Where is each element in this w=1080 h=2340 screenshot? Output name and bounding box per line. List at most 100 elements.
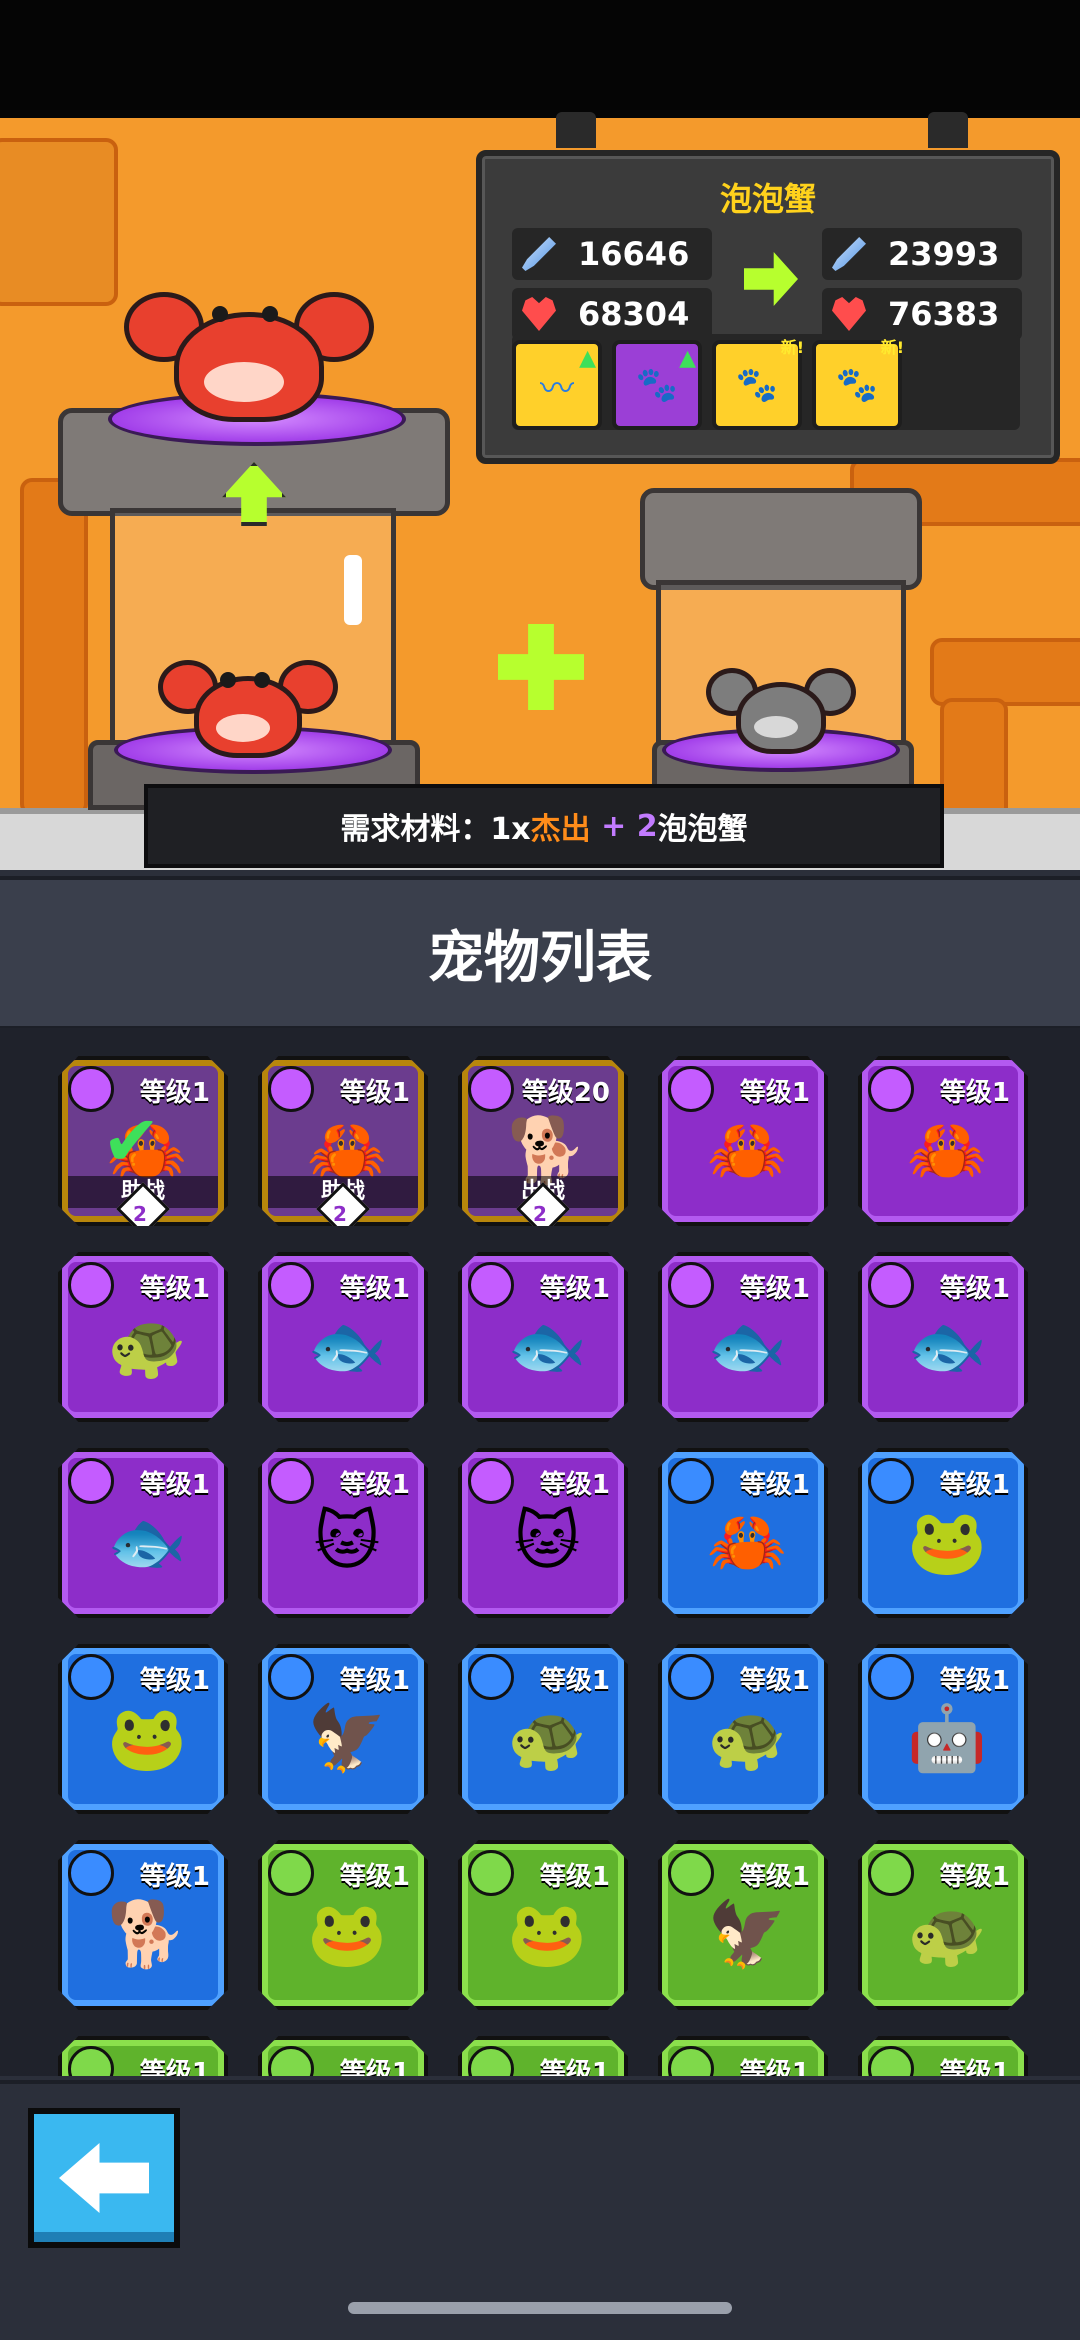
- turtle-icon: 🐢: [707, 1701, 787, 1776]
- attack-after: 23993: [822, 228, 1022, 280]
- turtle-icon: 🐢: [507, 1701, 587, 1776]
- frog-icon: 🐸: [907, 1505, 987, 1580]
- pet-card[interactable]: 等级1 🐟: [458, 1252, 628, 1422]
- element-badge-icon: [268, 2046, 314, 2076]
- exclamation-icon: [344, 555, 362, 625]
- pet-card[interactable]: 等级1🐸: [858, 2036, 1028, 2076]
- paw-plus-icon: 🐾: [835, 365, 879, 405]
- crab-icon: 🦀: [707, 1505, 787, 1580]
- fish-icon: 🐟: [307, 1309, 387, 1384]
- fish-icon: 🐟: [907, 1309, 987, 1384]
- pet-card[interactable]: 等级1🐸: [458, 1840, 628, 2010]
- element-badge-icon: [68, 2046, 114, 2076]
- upgrade-arrow-icon: ▲: [579, 346, 596, 371]
- skill-paw-upgrade[interactable]: 🐾 ▲: [612, 340, 702, 430]
- pet-card[interactable]: 等级20🐕出战2: [458, 1056, 628, 1226]
- source-crab: [158, 656, 338, 758]
- pet-card[interactable]: 等级1 🐟: [858, 1252, 1028, 1422]
- star-count: 2: [133, 1202, 147, 1226]
- pet-card[interactable]: 等级1🐢: [658, 1644, 828, 1814]
- pet-name: 泡泡蟹: [719, 180, 816, 218]
- pet-level: 等级1: [339, 2058, 410, 2076]
- material-crab-silhouette: [706, 664, 856, 754]
- hp-before: 68304: [512, 288, 712, 340]
- pet-card[interactable]: 等级1 🦀: [658, 1056, 828, 1226]
- frog-icon: 🐸: [107, 1701, 187, 1776]
- pet-card[interactable]: 等级1 🐟: [658, 1252, 828, 1422]
- home-indicator: [348, 2302, 732, 2314]
- heart-icon: [522, 297, 556, 331]
- pet-card[interactable]: 等级1 🦀: [858, 1056, 1028, 1226]
- sword-icon: [522, 237, 556, 271]
- pet-card[interactable]: 等级1 🦀: [658, 1448, 828, 1618]
- pet-card[interactable]: 等级1🐢: [458, 2036, 628, 2076]
- right-tank-lid: [640, 488, 922, 590]
- right-arrow-icon: [744, 252, 798, 306]
- skill-row: 〰 ▲ 🐾 ▲ 🐾 新! 🐾 新!: [512, 334, 1020, 430]
- pet-level: 等级1: [739, 2058, 810, 2076]
- star-count: 2: [333, 1202, 347, 1226]
- pet-card[interactable]: 等级1 🐱: [258, 1448, 428, 1618]
- requirement-plus: +: [590, 808, 637, 844]
- pet-card[interactable]: 等级1 🐕: [58, 1840, 228, 2010]
- element-badge-icon: [468, 2046, 514, 2076]
- pet-card[interactable]: 等级1🐢: [58, 1252, 228, 1422]
- pet-card[interactable]: 等级1 🤖: [858, 1644, 1028, 1814]
- pet-card[interactable]: 等级1 🦅: [258, 1644, 428, 1814]
- back-button[interactable]: [28, 2108, 180, 2248]
- check-icon: ✔: [102, 1100, 161, 1182]
- attack-before: 16646: [512, 228, 712, 280]
- pet-card[interactable]: 等级1🦀✔助战2: [58, 1056, 228, 1226]
- turtle-icon: 🐢: [107, 1309, 187, 1384]
- element-badge-icon: [868, 2046, 914, 2076]
- crab-icon: 🦀: [907, 1113, 987, 1188]
- frog-icon: 🐸: [507, 1897, 587, 1972]
- frog-icon: 🐸: [307, 1897, 387, 1972]
- status-bar: [0, 0, 1080, 118]
- skill-paw-heal[interactable]: 🐾 新!: [812, 338, 904, 430]
- fish-icon: 🐟: [107, 1505, 187, 1580]
- pet-card[interactable]: 等级1 🐟: [58, 1448, 228, 1618]
- fish-icon: 🐟: [507, 1309, 587, 1384]
- pet-card[interactable]: 等级1🐸: [658, 2036, 828, 2076]
- crab-icon: 🦀: [707, 1113, 787, 1188]
- requirement-bar: 需求材料：1x 杰出 + 2 泡泡蟹: [144, 784, 944, 868]
- pet-card[interactable]: 等级1🐸: [58, 1644, 228, 1814]
- water-wave-icon: 〰: [540, 368, 574, 409]
- pet-list-title: 宠物列表: [0, 876, 1080, 1032]
- pet-card[interactable]: 等级1🐢: [858, 1840, 1028, 2010]
- requirement-pet: 泡泡蟹: [657, 812, 748, 847]
- fish-icon: 🐟: [707, 1309, 787, 1384]
- cat-icon: 🐱: [513, 1505, 581, 1579]
- pet-level: 等级1: [539, 2058, 610, 2076]
- hp-after: 76383: [822, 288, 1022, 340]
- requirement-prefix: 需求材料：1x: [340, 812, 531, 847]
- stat-board: 泡泡蟹 16646 68304 23993 76383 〰 ▲ 🐾 ▲ 🐾 新!…: [476, 150, 1060, 464]
- dog-icon: 🐕: [107, 1897, 187, 1972]
- pet-card[interactable]: 等级1🐢: [458, 1644, 628, 1814]
- pet-level: 等级1: [939, 2058, 1010, 2076]
- pet-card[interactable]: 等级1🐸: [58, 2036, 228, 2076]
- star-count: 2: [533, 1202, 547, 1226]
- heart-icon: [832, 297, 866, 331]
- upgrade-arrow-icon: ▲: [679, 346, 696, 371]
- pet-card[interactable]: 等级1🐢: [258, 2036, 428, 2076]
- requirement-count: 2: [636, 808, 658, 844]
- pet-grid[interactable]: 等级1🦀✔助战2等级1🦀助战2等级20🐕出战2等级1🦀等级1🦀等级1🐢等级1🐟等…: [0, 1028, 1080, 2076]
- skill-wave[interactable]: 〰 ▲: [512, 340, 602, 430]
- turtle-icon: 🐢: [907, 1897, 987, 1972]
- pet-card[interactable]: 等级1🦀助战2: [258, 1056, 428, 1226]
- eagle-icon: 🦅: [307, 1701, 387, 1776]
- sword-icon: [832, 237, 866, 271]
- paw-gear-icon: 🐾: [735, 365, 779, 405]
- pet-card[interactable]: 等级1🐸: [858, 1448, 1028, 1618]
- pet-card[interactable]: 等级1 🐱: [458, 1448, 628, 1618]
- pet-card[interactable]: 等级1 🦅: [658, 1840, 828, 2010]
- pet-card[interactable]: 等级1🐸: [258, 1840, 428, 2010]
- pet-card[interactable]: 等级1 🐟: [258, 1252, 428, 1422]
- paw-icon: 🐾: [635, 365, 679, 405]
- robot-icon: 🤖: [907, 1701, 987, 1776]
- requirement-rarity: 杰出: [530, 812, 591, 847]
- element-badge-icon: [668, 2046, 714, 2076]
- skill-paw-gear[interactable]: 🐾 新!: [712, 338, 804, 430]
